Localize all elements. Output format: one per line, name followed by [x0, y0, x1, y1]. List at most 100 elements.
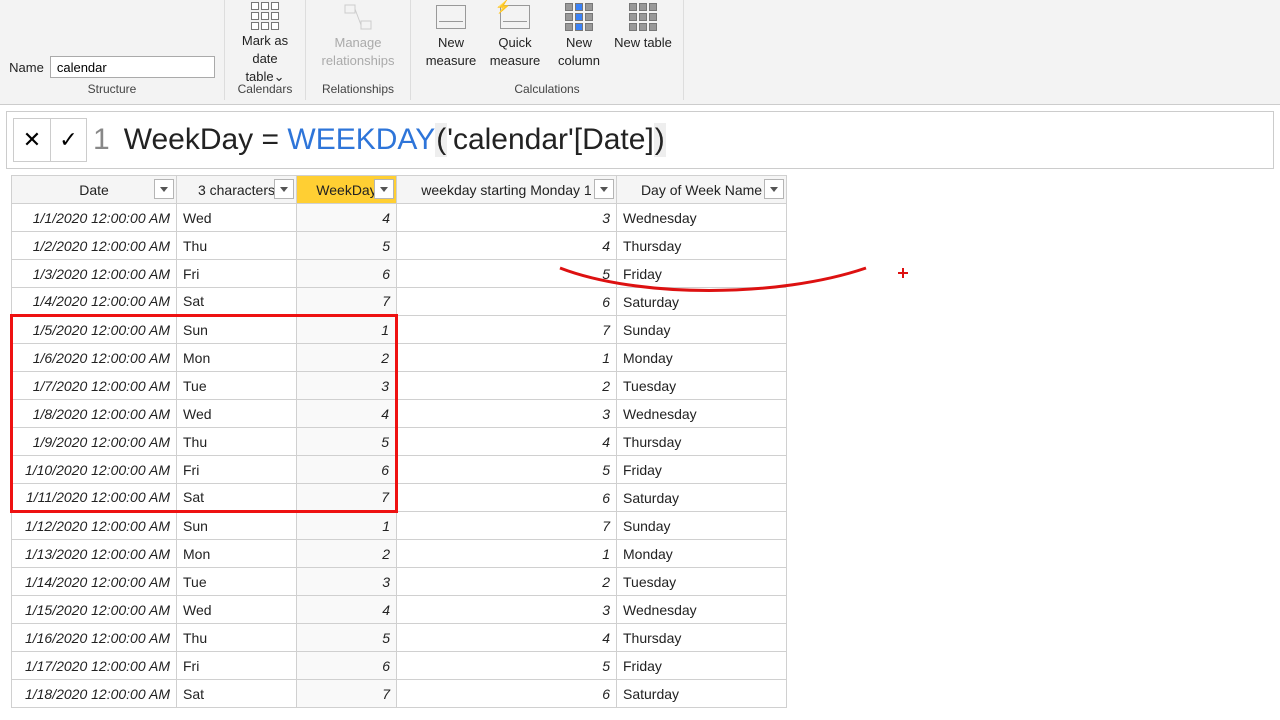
- cell-3char[interactable]: Wed: [177, 400, 297, 428]
- cell-weekday-monday[interactable]: 7: [397, 316, 617, 344]
- table-row[interactable]: 1/7/2020 12:00:00 AMTue32Tuesday: [12, 372, 787, 400]
- mark-as-date-table-button[interactable]: Mark as date table⌄: [233, 0, 297, 80]
- table-row[interactable]: 1/17/2020 12:00:00 AMFri65Friday: [12, 652, 787, 680]
- cell-3char[interactable]: Wed: [177, 596, 297, 624]
- table-row[interactable]: 1/5/2020 12:00:00 AMSun17Sunday: [12, 316, 787, 344]
- cell-weekday-monday[interactable]: 4: [397, 232, 617, 260]
- cell-weekday[interactable]: 1: [297, 512, 397, 540]
- filter-dropdown-icon[interactable]: [154, 179, 174, 199]
- cell-weekday[interactable]: 7: [297, 484, 397, 512]
- cell-weekday[interactable]: 1: [297, 316, 397, 344]
- cell-date[interactable]: 1/8/2020 12:00:00 AM: [12, 400, 177, 428]
- cell-weekday[interactable]: 3: [297, 372, 397, 400]
- cell-weekday[interactable]: 5: [297, 624, 397, 652]
- table-row[interactable]: 1/2/2020 12:00:00 AMThu54Thursday: [12, 232, 787, 260]
- cell-weekday-monday[interactable]: 4: [397, 624, 617, 652]
- cell-3char[interactable]: Sat: [177, 484, 297, 512]
- cell-down[interactable]: Thursday: [617, 624, 787, 652]
- table-name-input[interactable]: [50, 56, 215, 78]
- table-row[interactable]: 1/8/2020 12:00:00 AMWed43Wednesday: [12, 400, 787, 428]
- header-3characters[interactable]: 3 characters: [177, 176, 297, 204]
- table-row[interactable]: 1/14/2020 12:00:00 AMTue32Tuesday: [12, 568, 787, 596]
- cell-down[interactable]: Wednesday: [617, 596, 787, 624]
- cell-3char[interactable]: Fri: [177, 260, 297, 288]
- table-row[interactable]: 1/10/2020 12:00:00 AMFri65Friday: [12, 456, 787, 484]
- new-measure-button[interactable]: New measure: [419, 0, 483, 80]
- cell-weekday-monday[interactable]: 5: [397, 652, 617, 680]
- cell-weekday-monday[interactable]: 2: [397, 568, 617, 596]
- cell-3char[interactable]: Sat: [177, 680, 297, 708]
- header-date[interactable]: Date: [12, 176, 177, 204]
- cell-weekday[interactable]: 6: [297, 652, 397, 680]
- cell-3char[interactable]: Mon: [177, 540, 297, 568]
- cell-down[interactable]: Monday: [617, 344, 787, 372]
- cell-date[interactable]: 1/12/2020 12:00:00 AM: [12, 512, 177, 540]
- cell-date[interactable]: 1/17/2020 12:00:00 AM: [12, 652, 177, 680]
- cell-date[interactable]: 1/15/2020 12:00:00 AM: [12, 596, 177, 624]
- table-row[interactable]: 1/12/2020 12:00:00 AMSun17Sunday: [12, 512, 787, 540]
- table-row[interactable]: 1/1/2020 12:00:00 AMWed43Wednesday: [12, 204, 787, 232]
- formula-accept-button[interactable]: ✓: [50, 119, 86, 161]
- cell-weekday-monday[interactable]: 3: [397, 596, 617, 624]
- cell-date[interactable]: 1/9/2020 12:00:00 AM: [12, 428, 177, 456]
- cell-weekday-monday[interactable]: 1: [397, 540, 617, 568]
- cell-date[interactable]: 1/6/2020 12:00:00 AM: [12, 344, 177, 372]
- header-day-of-week-name[interactable]: Day of Week Name: [617, 176, 787, 204]
- cell-weekday[interactable]: 6: [297, 260, 397, 288]
- cell-weekday-monday[interactable]: 6: [397, 680, 617, 708]
- cell-3char[interactable]: Mon: [177, 344, 297, 372]
- table-row[interactable]: 1/3/2020 12:00:00 AMFri65Friday: [12, 260, 787, 288]
- cell-3char[interactable]: Sun: [177, 316, 297, 344]
- filter-dropdown-icon[interactable]: [374, 179, 394, 199]
- cell-weekday[interactable]: 2: [297, 540, 397, 568]
- manage-relationships-button[interactable]: Manage relationships: [314, 0, 402, 80]
- cell-date[interactable]: 1/14/2020 12:00:00 AM: [12, 568, 177, 596]
- cell-weekday[interactable]: 4: [297, 400, 397, 428]
- cell-weekday[interactable]: 3: [297, 568, 397, 596]
- cell-weekday-monday[interactable]: 5: [397, 260, 617, 288]
- filter-dropdown-icon[interactable]: [274, 179, 294, 199]
- cell-down[interactable]: Wednesday: [617, 204, 787, 232]
- table-row[interactable]: 1/4/2020 12:00:00 AMSat76Saturday: [12, 288, 787, 316]
- header-weekday[interactable]: WeekDay: [297, 176, 397, 204]
- new-column-button[interactable]: New column: [547, 0, 611, 80]
- cell-weekday[interactable]: 7: [297, 680, 397, 708]
- cell-3char[interactable]: Thu: [177, 232, 297, 260]
- table-row[interactable]: 1/18/2020 12:00:00 AMSat76Saturday: [12, 680, 787, 708]
- filter-dropdown-icon[interactable]: [594, 179, 614, 199]
- cell-weekday[interactable]: 5: [297, 232, 397, 260]
- cell-weekday-monday[interactable]: 6: [397, 484, 617, 512]
- cell-3char[interactable]: Sat: [177, 288, 297, 316]
- cell-down[interactable]: Thursday: [617, 232, 787, 260]
- cell-date[interactable]: 1/11/2020 12:00:00 AM: [12, 484, 177, 512]
- cell-3char[interactable]: Sun: [177, 512, 297, 540]
- table-row[interactable]: 1/16/2020 12:00:00 AMThu54Thursday: [12, 624, 787, 652]
- table-row[interactable]: 1/9/2020 12:00:00 AMThu54Thursday: [12, 428, 787, 456]
- cell-down[interactable]: Thursday: [617, 428, 787, 456]
- cell-3char[interactable]: Thu: [177, 428, 297, 456]
- cell-down[interactable]: Sunday: [617, 512, 787, 540]
- cell-weekday-monday[interactable]: 3: [397, 204, 617, 232]
- cell-weekday-monday[interactable]: 4: [397, 428, 617, 456]
- cell-down[interactable]: Tuesday: [617, 568, 787, 596]
- cell-down[interactable]: Saturday: [617, 288, 787, 316]
- cell-weekday[interactable]: 2: [297, 344, 397, 372]
- formula-bar[interactable]: ✕ ✓ 1 WeekDay = WEEKDAY ( 'calendar'[Dat…: [6, 111, 1274, 169]
- cell-down[interactable]: Friday: [617, 652, 787, 680]
- cell-weekday-monday[interactable]: 6: [397, 288, 617, 316]
- cell-down[interactable]: Wednesday: [617, 400, 787, 428]
- formula-cancel-button[interactable]: ✕: [14, 119, 50, 161]
- new-table-button[interactable]: New table: [611, 0, 675, 80]
- filter-dropdown-icon[interactable]: [764, 179, 784, 199]
- cell-down[interactable]: Sunday: [617, 316, 787, 344]
- cell-3char[interactable]: Fri: [177, 456, 297, 484]
- cell-weekday[interactable]: 7: [297, 288, 397, 316]
- cell-date[interactable]: 1/10/2020 12:00:00 AM: [12, 456, 177, 484]
- cell-weekday-monday[interactable]: 3: [397, 400, 617, 428]
- cell-down[interactable]: Monday: [617, 540, 787, 568]
- cell-weekday[interactable]: 6: [297, 456, 397, 484]
- cell-3char[interactable]: Tue: [177, 568, 297, 596]
- cell-weekday-monday[interactable]: 7: [397, 512, 617, 540]
- cell-3char[interactable]: Tue: [177, 372, 297, 400]
- cell-3char[interactable]: Fri: [177, 652, 297, 680]
